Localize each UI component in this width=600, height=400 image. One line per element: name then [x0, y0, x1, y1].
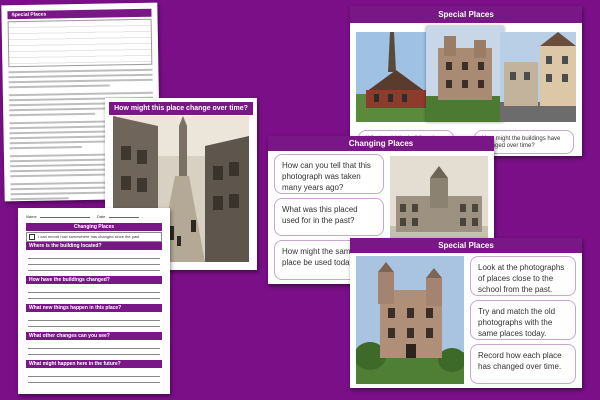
worksheet-question-2: How have the buildings changed?	[26, 276, 162, 284]
slide-top-banner: Special Places	[350, 6, 582, 23]
changing-places-worksheet: Name Date Changing Places I can record h…	[18, 208, 170, 394]
worksheet-question-5: What might happen here in the future?	[26, 360, 162, 368]
resource-preview: Special Places How might this place chan…	[0, 0, 600, 400]
slide-special-places-bottom: Special Places Look at the photographs o…	[350, 238, 582, 388]
slide-bottom-instruction-2: Try and match the old photographs with t…	[470, 300, 576, 340]
church-illustration	[356, 32, 436, 122]
slide-special-places-top: Special Places How might the buildings h…	[350, 6, 582, 156]
slide-bottom-instruction-1: Look at the photographs of places close …	[470, 256, 576, 296]
slide-mid-question-2: What was this placed used for in the pas…	[274, 198, 384, 236]
date-label: Date	[96, 214, 106, 219]
worksheet-name-row: Name Date	[26, 214, 139, 219]
checkbox-text: I can record how somewhere has changed s…	[38, 234, 140, 240]
castle-small-illustration	[426, 26, 504, 122]
houses-illustration	[500, 32, 576, 122]
worksheet-question-3: What new things happen in this place?	[26, 304, 162, 312]
photo-sheet-banner: How might this place change over time?	[109, 102, 253, 115]
slide-mid-question-1: How can you tell that this photograph wa…	[274, 154, 384, 194]
lesson-plan-heading: Special Places	[7, 8, 152, 20]
castle-photo-large	[356, 256, 464, 384]
name-label: Name	[26, 214, 37, 219]
slide-bottom-instruction-3: Record how each place has changed over t…	[470, 344, 576, 384]
worksheet-question-4: What other changes can you see?	[26, 332, 162, 340]
castle-photo-small	[426, 26, 504, 122]
church-photo	[356, 32, 436, 122]
worksheet-question-1: Where is the building located?	[26, 242, 162, 250]
checkbox-icon	[29, 234, 35, 240]
lesson-plan-table	[7, 18, 153, 68]
slide-mid-banner: Changing Places	[268, 136, 494, 151]
checkbox-row: I can record how somewhere has changed s…	[26, 232, 162, 242]
street-houses-photo	[500, 32, 576, 122]
slide-bottom-banner: Special Places	[350, 238, 582, 253]
castle-large-illustration	[356, 256, 464, 384]
worksheet-title: Changing Places	[26, 223, 162, 231]
